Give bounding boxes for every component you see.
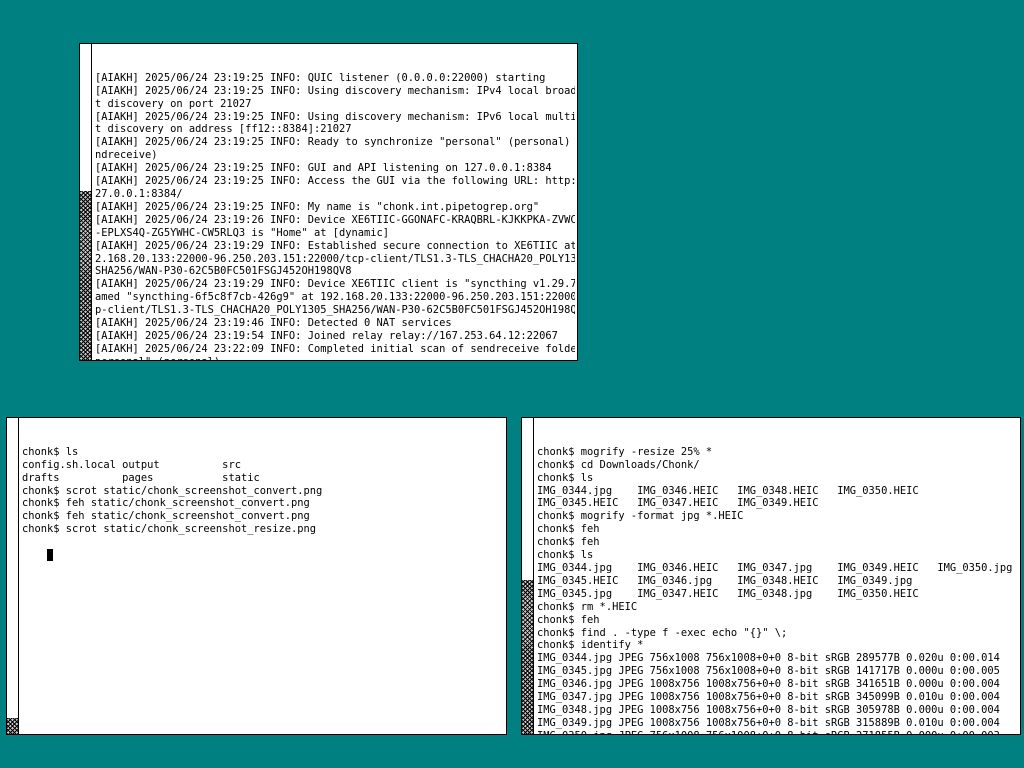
terminal-line: IMG_0350.jpg JPEG 756x1008 756x1008+0+0 … <box>537 730 1018 734</box>
terminal-line: chonk$ feh <box>537 536 600 549</box>
terminal-line: [AIAKH] 2025/06/24 23:19:29 INFO: Device… <box>95 278 575 291</box>
log-terminal-scrollbar-thumb[interactable] <box>80 191 91 360</box>
shell-terminal-left-window[interactable]: chonk$ ls config.sh.local output src draft… <box>6 417 507 735</box>
terminal-line: IMG_0348.jpg JPEG 1008x756 1008x756+0+0 … <box>537 703 1000 716</box>
terminal-line: IMG_0345.jpg IMG_0347.HEIC IMG_0348.jpg … <box>537 587 919 600</box>
shell-terminal-right-output: chonk$ mogrify -resize 25% * chonk$ cd Do… <box>537 420 1018 734</box>
terminal-line: chonk$ ls <box>537 549 594 562</box>
terminal-line: [AIAKH] 2025/06/24 23:19:25 INFO: Using … <box>95 84 575 97</box>
terminal-line: IMG_0345.HEIC IMG_0347.HEIC IMG_0349.HEI… <box>537 497 819 510</box>
terminal-line: -EPLXS4Q-ZG5YWHC-CW5RLQ3 is "Home" at [d… <box>95 226 390 239</box>
terminal-line: chonk$ rm *.HEIC <box>537 600 638 613</box>
terminal-line: p-client/TLS1.3-TLS_CHACHA20_POLY1305_SH… <box>95 304 575 317</box>
terminal-line: chonk$ ls <box>537 471 594 484</box>
terminal-line: IMG_0345.HEIC IMG_0346.jpg IMG_0348.HEIC… <box>537 574 913 587</box>
text-cursor <box>47 549 54 562</box>
terminal-line: IMG_0344.jpg IMG_0346.HEIC IMG_0348.HEIC… <box>537 484 919 497</box>
terminal-line: IMG_0349.jpg JPEG 1008x756 1008x756+0+0 … <box>537 716 1000 729</box>
terminal-line: SHA256/WAN-P30-62C5B0FC501FSGJ452OH198QV… <box>95 265 352 278</box>
shell-terminal-left-output: chonk$ ls config.sh.local output src draft… <box>22 420 504 734</box>
terminal-line: IMG_0344.jpg IMG_0346.HEIC IMG_0347.jpg … <box>537 561 1013 574</box>
terminal-line: personal" (personal) <box>95 356 575 360</box>
terminal-line: IMG_0346.jpg JPEG 1008x756 1008x756+0+0 … <box>537 678 1000 691</box>
log-terminal-window[interactable]: [AIAKH] 2025/06/24 23:19:25 INFO: QUIC l… <box>79 43 578 361</box>
terminal-line: 27.0.0.1:8384/ <box>95 187 183 200</box>
terminal-line: chonk$ mogrify -resize 25% * <box>537 445 713 458</box>
shell-terminal-left-scrollbar[interactable] <box>7 418 19 734</box>
log-terminal-output: [AIAKH] 2025/06/24 23:19:25 INFO: QUIC l… <box>95 46 575 360</box>
shell-terminal-left-scrollbar-thumb[interactable] <box>7 718 18 734</box>
terminal-line: IMG_0347.jpg JPEG 1008x756 1008x756+0+0 … <box>537 691 1000 704</box>
terminal-line: chonk$ mogrify -format jpg *.HEIC <box>537 510 744 523</box>
terminal-line: chonk$ scrot static/chonk_screenshot_res… <box>22 523 317 536</box>
terminal-line: [AIAKH] 2025/06/24 23:19:25 INFO: Access… <box>95 175 575 188</box>
terminal-line: 2.168.20.133:22000-96.250.203.151:22000/… <box>95 252 575 265</box>
terminal-line: [AIAKH] 2025/06/24 23:19:46 INFO: Detect… <box>95 317 452 330</box>
terminal-line: chonk$ ls <box>22 445 79 458</box>
terminal-line: config.sh.local output src <box>22 458 241 471</box>
terminal-line: chonk$ feh static/chonk_screenshot_conve… <box>22 497 310 510</box>
terminal-line: amed "syncthing-6f5c8f7cb-426g9" at 192.… <box>95 291 575 304</box>
terminal-line: [AIAKH] 2025/06/24 23:19:25 INFO: GUI an… <box>95 162 552 175</box>
terminal-line: [AIAKH] 2025/06/24 23:19:29 INFO: Establ… <box>95 239 575 252</box>
shell-terminal-right-scrollbar-thumb[interactable] <box>522 580 533 734</box>
terminal-line: t discovery on port 21027 <box>95 97 252 110</box>
terminal-line: chonk$ feh <box>537 523 600 536</box>
log-terminal-scrollbar[interactable] <box>80 44 92 360</box>
terminal-line: chonk$ identify * <box>537 639 644 652</box>
terminal-line: [AIAKH] 2025/06/24 23:19:25 INFO: Using … <box>95 110 575 123</box>
terminal-line: ndreceive) <box>95 149 158 162</box>
terminal-line: [AIAKH] 2025/06/24 23:19:54 INFO: Joined… <box>95 329 558 342</box>
shell-terminal-right-window[interactable]: chonk$ mogrify -resize 25% * chonk$ cd Do… <box>521 417 1021 735</box>
terminal-line: t discovery on address [ff12::8384]:2102… <box>95 123 352 136</box>
terminal-line: chonk$ scrot static/chonk_screenshot_con… <box>22 484 323 497</box>
terminal-line: chonk$ feh <box>537 613 600 626</box>
terminal-line: [AIAKH] 2025/06/24 23:19:25 INFO: My nam… <box>95 200 540 213</box>
terminal-line: chonk$ find . -type f -exec echo "{}" \; <box>537 626 788 639</box>
terminal-line: [AIAKH] 2025/06/24 23:19:25 INFO: Ready … <box>95 136 575 149</box>
terminal-line: IMG_0344.jpg JPEG 756x1008 756x1008+0+0 … <box>537 652 1000 665</box>
terminal-line: chonk$ feh static/chonk_screenshot_conve… <box>22 510 310 523</box>
terminal-line: [AIAKH] 2025/06/24 23:22:09 INFO: Comple… <box>95 342 575 355</box>
terminal-line: chonk$ cd Downloads/Chonk/ <box>537 458 700 471</box>
shell-terminal-right-scrollbar[interactable] <box>522 418 534 734</box>
terminal-line: drafts pages static <box>22 471 260 484</box>
terminal-line: [AIAKH] 2025/06/24 23:19:26 INFO: Device… <box>95 213 575 226</box>
terminal-line: IMG_0345.jpg JPEG 756x1008 756x1008+0+0 … <box>537 665 1000 678</box>
terminal-line: [AIAKH] 2025/06/24 23:19:25 INFO: QUIC l… <box>95 71 546 84</box>
